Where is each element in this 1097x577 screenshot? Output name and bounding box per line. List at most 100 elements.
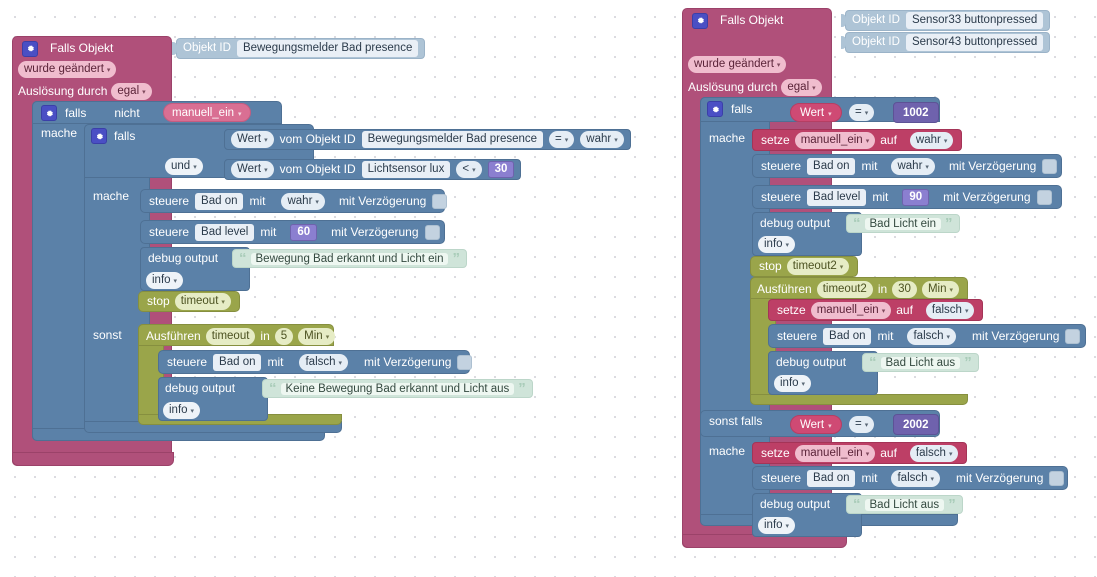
control-value-right-2[interactable]: 90: [902, 188, 930, 206]
if-keyword-right: falls: [731, 101, 753, 116]
stop-timer-block-right[interactable]: stop timeout2 ▾: [750, 256, 859, 277]
cond2-objectid-left[interactable]: Lichtsensor lux: [361, 161, 451, 178]
stop-timer-dropdown-left[interactable]: timeout ▾: [174, 293, 231, 310]
gear-icon[interactable]: [41, 105, 57, 121]
logic-operator-block-left[interactable]: und ▾: [165, 158, 203, 175]
schedule-amount-right[interactable]: 30: [892, 281, 917, 298]
number-block-right-1[interactable]: 1002: [893, 102, 939, 123]
value-reporter-right-2[interactable]: Wert ▾: [790, 415, 842, 434]
number-block-right-2[interactable]: 2002: [893, 414, 939, 435]
control-value-else-left[interactable]: falsch ▾: [299, 353, 349, 371]
control-value-left-1[interactable]: wahr ▾: [281, 192, 325, 210]
control-target-left-1[interactable]: Bad on: [195, 192, 244, 210]
debug-level-dropdown-right-1[interactable]: info ▾: [758, 236, 796, 253]
debug-level-dropdown-left[interactable]: info ▾: [146, 272, 184, 289]
objectid-block-left[interactable]: Objekt ID Bewegungsmelder Bad presence: [176, 38, 426, 59]
gear-icon[interactable]: [707, 101, 723, 117]
control-target-right-1[interactable]: Bad on: [807, 157, 856, 175]
set-variable-right-3[interactable]: setze manuell_ein ▾ auf falsch ▾: [752, 442, 968, 464]
condition-row-2-left[interactable]: Wert ▾ vom Objekt ID Lichtsensor lux < ▾ 3…: [224, 159, 522, 180]
chevron-down-icon: ▾: [946, 333, 951, 341]
schedule-unit-right[interactable]: Min ▾: [921, 281, 959, 298]
delay-toggle-right-3[interactable]: [1065, 328, 1081, 344]
cond2-getter-left[interactable]: Wert ▾: [231, 161, 274, 178]
debug-text-block-right-1[interactable]: “ Bad Licht ein ”: [846, 214, 960, 233]
control-statement-right-4[interactable]: steuere Bad on mit falsch ▾ mit Verzögeru…: [752, 466, 1068, 490]
condition-row-1-left[interactable]: Wert ▾ vom Objekt ID Bewegungsmelder Bad …: [224, 129, 631, 150]
debug-text-right-1[interactable]: Bad Licht ein: [864, 217, 941, 230]
control-target-right-2[interactable]: Bad level: [807, 188, 867, 206]
cond1-comparator-right[interactable]: = ▾: [849, 104, 875, 121]
cond1-comparator-left[interactable]: = ▾: [549, 131, 575, 148]
set-variable-right-1[interactable]: setze manuell_ein ▾ auf wahr ▾: [752, 129, 963, 151]
event-triggerby-dropdown-left[interactable]: egal ▾: [111, 83, 152, 100]
setvar-variable-right-2[interactable]: manuell_ein ▾: [810, 301, 892, 319]
delay-toggle-right-2[interactable]: [1036, 189, 1052, 205]
control-target-right-4[interactable]: Bad on: [807, 469, 856, 487]
debug-text-else-left[interactable]: Keine Bewegung Bad erkannt und Licht aus: [280, 382, 515, 395]
event-triggerby-dropdown-right[interactable]: egal ▾: [781, 79, 822, 96]
objectid-value-left[interactable]: Bewegungsmelder Bad presence: [236, 40, 419, 57]
gear-icon[interactable]: [91, 128, 107, 144]
variable-getter-manuell-ein-left[interactable]: manuell_ein ▾: [163, 103, 251, 122]
control-value-right-1[interactable]: wahr ▾: [891, 157, 935, 175]
cond2-value-left[interactable]: 30: [487, 161, 515, 178]
cond2-comparator-left[interactable]: < ▾: [456, 161, 482, 178]
debug-text-block-right-3[interactable]: “ Bad Licht aus ”: [846, 495, 963, 514]
delay-toggle-right-1[interactable]: [1042, 158, 1058, 174]
debug-text-left[interactable]: Bewegung Bad erkannt und Licht ein: [250, 252, 449, 265]
blockly-workspace[interactable]: Falls Objekt Objekt ID Bewegungsmelder B…: [0, 0, 1097, 577]
delay-toggle-left-1[interactable]: [432, 193, 448, 209]
control-statement-else-left[interactable]: steuere Bad on mit falsch ▾ mit Verzögeru…: [158, 350, 473, 374]
cond2-comparator-right[interactable]: = ▾: [849, 416, 875, 433]
setvar-variable-right-1[interactable]: manuell_ein ▾: [794, 131, 876, 149]
control-statement-right-2[interactable]: steuere Bad level mit 90 mit Verzögerung: [752, 185, 1062, 209]
control-statement-bad-on-left[interactable]: steuere Bad on mit wahr ▾ mit Verzögerung: [140, 189, 448, 213]
delay-toggle-right-4[interactable]: [1049, 470, 1065, 486]
objectid-block-right-2[interactable]: Objekt ID Sensor43 buttonpressed: [845, 32, 1051, 53]
schedule-timer-left[interactable]: timeout: [205, 328, 256, 345]
delay-toggle-left-2[interactable]: [424, 224, 440, 240]
schedule-timer-right[interactable]: timeout2: [816, 281, 873, 298]
objectid-block-right-1[interactable]: Objekt ID Sensor33 buttonpressed: [845, 10, 1051, 31]
debug-level-dropdown-right-2[interactable]: info ▾: [774, 375, 812, 392]
control-target-right-3[interactable]: Bad on: [823, 327, 872, 345]
value-reporter-right-1[interactable]: Wert ▾: [790, 103, 842, 122]
setvar-variable-right-3[interactable]: manuell_ein ▾: [794, 444, 876, 462]
cond1-objectid-left[interactable]: Bewegungsmelder Bad presence: [361, 131, 544, 148]
event-mode-dropdown-right[interactable]: wurde geändert ▾: [688, 56, 787, 73]
stop-timer-dropdown-right[interactable]: timeout2 ▾: [786, 258, 850, 275]
gear-icon[interactable]: [692, 12, 708, 29]
control-value-left-2[interactable]: 60: [290, 223, 318, 241]
control-statement-bad-level-left[interactable]: steuere Bad level mit 60 mit Verzögerung: [140, 220, 445, 244]
control-value-right-4[interactable]: falsch ▾: [891, 469, 941, 487]
debug-level-dropdown-else-left[interactable]: info ▾: [163, 402, 201, 419]
schedule-amount-left[interactable]: 5: [274, 328, 294, 345]
stop-timer-block-left[interactable]: stop timeout ▾: [138, 291, 240, 312]
control-statement-right-1[interactable]: steuere Bad on mit wahr ▾ mit Verzögerung: [752, 154, 1062, 178]
event-mode-dropdown-left[interactable]: wurde geändert ▾: [18, 61, 117, 78]
setvar-value-right-1[interactable]: wahr ▾: [909, 131, 954, 149]
control-value-right-3[interactable]: falsch ▾: [907, 327, 957, 345]
control-target-else-left[interactable]: Bad on: [213, 353, 262, 371]
set-variable-right-2[interactable]: setze manuell_ein ▾ auf falsch ▾: [768, 299, 984, 321]
chevron-down-icon: ▾: [865, 450, 870, 458]
logic-operator-dropdown-left[interactable]: und ▾: [165, 158, 203, 175]
objectid-value-right-1[interactable]: Sensor33 buttonpressed: [905, 12, 1044, 29]
setvar-value-right-3[interactable]: falsch ▾: [909, 444, 959, 462]
control-statement-right-3[interactable]: steuere Bad on mit falsch ▾ mit Verzögeru…: [768, 324, 1086, 348]
control-target-left-2[interactable]: Bad level: [195, 223, 255, 241]
debug-level-dropdown-right-3[interactable]: info ▾: [758, 517, 796, 534]
objectid-value-right-2[interactable]: Sensor43 buttonpressed: [905, 34, 1044, 51]
cond1-getter-left[interactable]: Wert ▾: [231, 131, 274, 148]
schedule-unit-left[interactable]: Min ▾: [298, 328, 336, 345]
gear-icon[interactable]: [22, 40, 38, 57]
delay-toggle-else-left[interactable]: [457, 354, 473, 370]
cond1-value-left[interactable]: wahr ▾: [580, 131, 624, 148]
debug-text-right-2[interactable]: Bad Licht aus: [880, 356, 961, 369]
debug-text-right-3[interactable]: Bad Licht aus: [864, 498, 945, 511]
debug-text-block-else-left[interactable]: “ Keine Bewegung Bad erkannt und Licht a…: [262, 379, 533, 398]
debug-text-block-left[interactable]: “ Bewegung Bad erkannt und Licht ein ”: [232, 249, 467, 268]
setvar-value-right-2[interactable]: falsch ▾: [925, 301, 975, 319]
debug-text-block-right-2[interactable]: “ Bad Licht aus ”: [862, 353, 979, 372]
